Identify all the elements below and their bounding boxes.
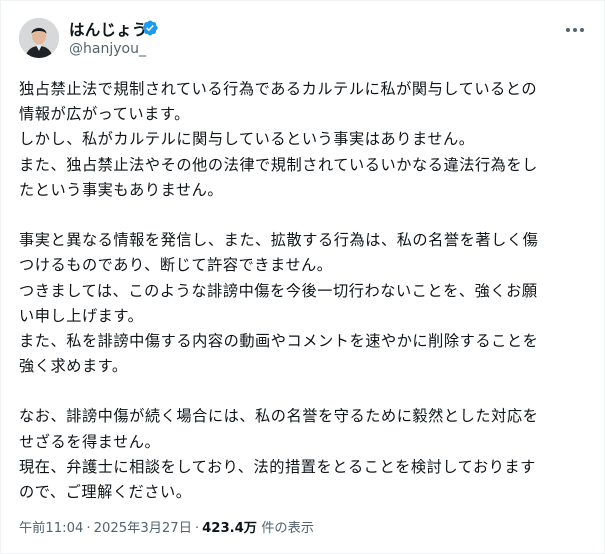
tweet-date[interactable]: 2025年3月27日 [94,517,192,536]
tweet-text-line: また、独占禁止法やその他の法律で規制されているいかなる違法行為をし [19,155,538,174]
tweet-text-line: 情報が広がっています。 [19,105,190,124]
views-label: 件の表示 [261,521,314,536]
tweet-meta: 午前11:04 · 2025年3月27日 · 423.4万 件の表示 [19,517,314,536]
meta-separator: · [194,521,200,536]
verified-badge-icon [142,20,158,36]
meta-separator: · [86,521,91,536]
avatar[interactable] [19,18,59,58]
tweet-text-line: たという事実もありません。 [19,180,224,199]
tweet-text-line: 強く求めます。 [19,357,128,376]
views-count: 423.4万 [202,521,257,536]
tweet-header: はんじょう @hanjyou_ [1,1,605,73]
tweet-text-line: つきましては、このような誹謗中傷を今後一切行わないことを、強くお願 [19,281,538,300]
tweet-text-line: ので、ご理解ください。 [19,483,192,501]
avatar-photo [19,18,59,58]
tweet-text-line: しかし、私がカルテルに関与しているという事実はありません。 [19,130,475,149]
tweet-text-line: 事実と異なる情報を発信し、また、拡散する行為は、私の名誉を著しく傷 [19,231,539,250]
tweet-text-line: つけるものであり、断じて許容できません。 [19,256,333,275]
tweet-card: はんじょう @hanjyou_ 独占禁止法で規制されている行為であるカルテルに私… [0,0,605,554]
tweet-text-line: また、私を誹謗中傷する内容の動画やコメントを速やかに削除することを [19,331,539,350]
tweet-text-line: い申し上げます。 [19,306,144,325]
more-dots-icon [566,28,584,32]
tweet-text: 独占禁止法で規制されている行為であるカルテルに私が関与しているとの 情報が広がって… [19,77,594,505]
display-name[interactable]: はんじょう [69,18,148,40]
author-handle[interactable]: @hanjyou_ [69,41,146,57]
more-options-button[interactable] [561,19,589,41]
tweet-text-line: 独占禁止法で規制されている行為であるカルテルに私が関与しているとの [19,80,538,98]
tweet-text-line: せざるを得ません。 [19,432,161,451]
tweet-text-line: なお、誹謗中傷が続く場合には、私の名誉を守るために毅然とした対応を [19,407,539,426]
tweet-text-line: 現在、弁護士に相談をしており、法的措置をとることを検討しております [19,457,536,476]
tweet-time[interactable]: 午前11:04 [19,517,83,536]
